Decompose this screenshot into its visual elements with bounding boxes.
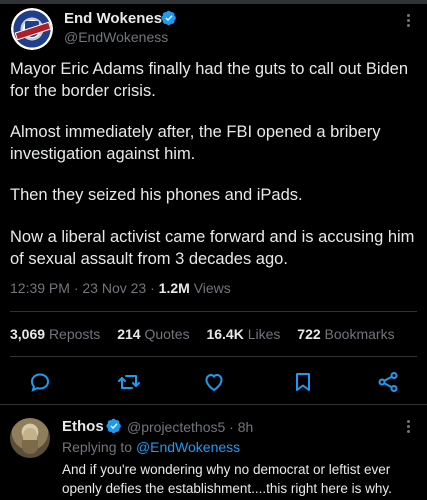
likes-stat[interactable]: 16.4K Likes: [206, 326, 280, 342]
reply-text-line-2: openly defies the establishment....this …: [62, 481, 392, 496]
verified-badge-icon: [106, 418, 121, 434]
reply-more-options-icon[interactable]: [400, 418, 416, 438]
tweet-paragraph-1: Mayor Eric Adams finally had the guts to…: [10, 60, 409, 100]
tweet-time: 12:39 PM: [10, 280, 70, 296]
share-icon[interactable]: [376, 370, 400, 394]
tweet-date: 23 Nov 23: [82, 280, 147, 296]
engagement-stats: 3,069 Reposts 214 Quotes 16.4K Likes 722…: [10, 326, 408, 342]
reply-text-line-1: And if you're wondering why no democrat …: [62, 462, 391, 477]
reply-icon[interactable]: [28, 370, 52, 394]
like-icon[interactable]: [202, 370, 226, 394]
tweet-paragraph-3: Then they seized his phones and iPads.: [10, 186, 303, 204]
author-name[interactable]: End Wokeness: [64, 10, 170, 27]
verified-badge-icon: [161, 10, 176, 26]
replying-to-line: Replying to @EndWokeness: [62, 439, 241, 455]
replying-to-mention[interactable]: @EndWokeness: [136, 439, 240, 455]
reply-handle-time[interactable]: @projectethos5 · 8h: [127, 419, 253, 435]
views-label: Views: [193, 280, 231, 296]
tweet-timestamp[interactable]: 12:39 PM · 23 Nov 23 · 1.2M Views: [10, 280, 231, 296]
tweet-paragraph-4: Now a liberal activist came forward and …: [10, 228, 415, 268]
action-bar: [0, 366, 427, 398]
views-count: 1.2M: [158, 280, 190, 296]
divider: [10, 311, 417, 312]
tweet-paragraph-2: Almost immediately after, the FBI opened…: [10, 123, 381, 163]
bookmark-icon[interactable]: [291, 370, 315, 394]
quotes-stat[interactable]: 214 Quotes: [117, 326, 189, 342]
divider: [0, 404, 427, 405]
reply-author-avatar[interactable]: [10, 418, 50, 458]
repost-icon[interactable]: [117, 370, 141, 394]
author-avatar[interactable]: [11, 8, 53, 50]
top-border: [0, 0, 427, 4]
bookmarks-stat[interactable]: 722 Bookmarks: [297, 326, 394, 342]
reply-author-name[interactable]: Ethos: [62, 418, 104, 435]
divider: [10, 356, 417, 357]
author-handle[interactable]: @EndWokeness: [64, 29, 168, 45]
reposts-stat[interactable]: 3,069 Reposts: [10, 326, 100, 342]
more-options-icon[interactable]: [400, 12, 416, 32]
